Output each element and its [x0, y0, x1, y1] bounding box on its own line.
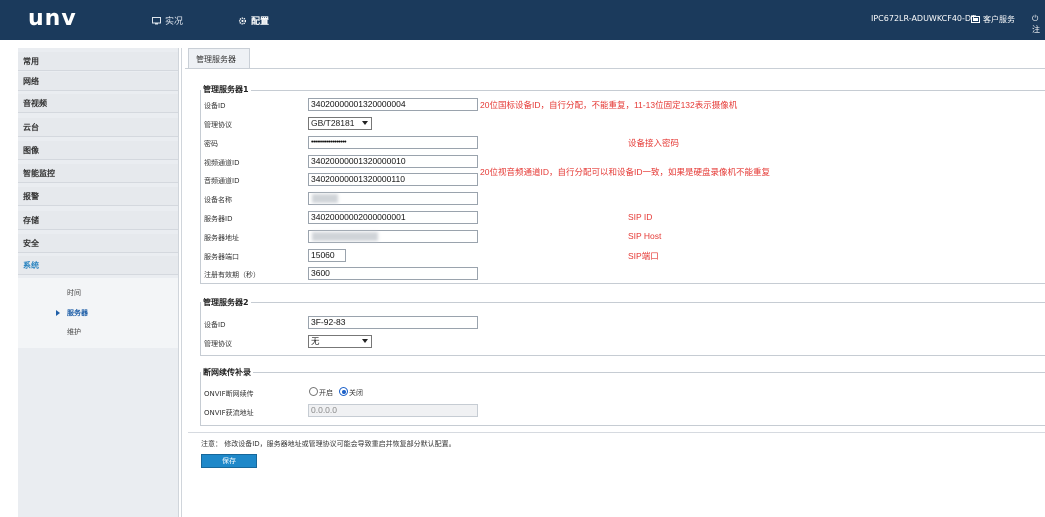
sidebar-item-security[interactable]: 安全: [18, 234, 178, 253]
password-label: 密码: [204, 140, 218, 148]
channel-note: 20位视音频通道ID，自行分配可以和设备ID一致，如果是硬盘录像机不能重复: [480, 167, 770, 177]
device-id-input[interactable]: 34020000001320000004: [308, 98, 478, 111]
server2-protocol-label: 管理协议: [204, 340, 232, 348]
monitor-icon: [152, 16, 161, 24]
server2-title: 管理服务器2: [201, 297, 251, 308]
logout-label: 注: [1032, 25, 1040, 34]
password-input[interactable]: ••••••••••••••••••: [308, 136, 478, 149]
offline-group: [200, 372, 1045, 426]
protocol-select[interactable]: GB/T28181: [308, 117, 372, 130]
redaction-box: [484, 134, 622, 150]
top-bar: unv 实况 配置 IPC672LR-ADUWKCF40-DT 客户服务 ⏻注: [0, 0, 1045, 40]
sidebar-item-ptz[interactable]: 云台: [18, 118, 178, 137]
chevron-down-icon: [362, 339, 368, 343]
tab-label: 管理服务器: [196, 55, 236, 64]
logout-link[interactable]: ⏻注: [1032, 14, 1045, 35]
notice-text: 注意： 修改设备ID，服务器地址或管理协议可能会导致重启并恢复部分默认配置。: [201, 440, 456, 448]
protocol-select-value: GB/T28181: [311, 118, 355, 128]
audio-channel-input[interactable]: 34020000001320000110: [308, 173, 478, 186]
register-valid-label: 注册有效期（秒）: [204, 271, 260, 279]
gear-icon: [238, 16, 247, 25]
tab-divider: [185, 68, 1045, 69]
nav-live-label: 实况: [165, 17, 184, 27]
sidebar-item-storage[interactable]: 存储: [18, 211, 178, 230]
server2-device-id-label: 设备ID: [204, 321, 226, 329]
sidebar-item-label: 音视频: [23, 99, 47, 108]
server2-protocol-value: 无: [311, 336, 320, 346]
server-port-label: 服务器端口: [204, 253, 239, 261]
blurred-server-address: [312, 232, 378, 241]
sidebar-item-label: 网络: [23, 77, 39, 86]
video-channel-label: 视频通道ID: [204, 159, 240, 167]
save-button[interactable]: 保存: [201, 454, 257, 468]
sidebar-item-label: 智能监控: [23, 169, 55, 178]
sidebar-item-common[interactable]: 常用: [18, 52, 178, 71]
tab-management-server[interactable]: 管理服务器: [188, 48, 250, 69]
device-name-label: 设备名称: [204, 196, 232, 204]
sidebar-item-label: 存储: [23, 216, 39, 225]
sidebar-submenu: [18, 278, 178, 348]
blurred-device-name: [312, 194, 338, 203]
sidebar-item-audio-video[interactable]: 音视频: [18, 94, 178, 113]
sidebar-item-image[interactable]: 图像: [18, 141, 178, 160]
sidebar-item-label: 图像: [23, 146, 39, 155]
offline-title: 断网续传补录: [201, 367, 253, 378]
sidebar-item-system[interactable]: 系统: [18, 256, 178, 275]
footer-divider: [188, 432, 1045, 433]
audio-channel-label: 音频通道ID: [204, 177, 240, 185]
server2-protocol-select[interactable]: 无: [308, 335, 372, 348]
nav-config-label: 配置: [251, 17, 270, 27]
sidebar-item-label: 系统: [23, 261, 39, 270]
chevron-down-icon: [362, 121, 368, 125]
server-id-label: 服务器ID: [204, 215, 233, 223]
onvif-off-radio[interactable]: [339, 387, 348, 396]
onvif-address-input[interactable]: 0.0.0.0: [308, 404, 478, 417]
sidebar-item-network[interactable]: 网络: [18, 72, 178, 91]
active-arrow-icon: [56, 310, 60, 316]
sidebar-item-smart[interactable]: 智能监控: [18, 164, 178, 183]
device-id-label: 设备ID: [204, 102, 226, 110]
server2-device-id-input[interactable]: 3F-92-83: [308, 316, 478, 329]
sip-host-note: SIP Host: [628, 231, 662, 241]
onvif-address-label: ONVIF获流地址: [204, 409, 254, 417]
sidebar-item-label: 报警: [23, 192, 39, 201]
onvif-offline-label: ONVIF断网续传: [204, 390, 254, 398]
onvif-off-label: 关闭: [349, 389, 363, 397]
server-port-input[interactable]: 15060: [308, 249, 346, 262]
server-address-label: 服务器地址: [204, 234, 239, 242]
server1-title: 管理服务器1: [201, 84, 251, 95]
onvif-on-radio[interactable]: [309, 387, 318, 396]
video-channel-input[interactable]: 34020000001320000010: [308, 155, 478, 168]
register-valid-input[interactable]: 3600: [308, 267, 478, 280]
sidebar-item-label: 安全: [23, 239, 39, 248]
brand-logo: unv: [28, 6, 77, 31]
sidebar-item-alarm[interactable]: 报警: [18, 187, 178, 206]
client-service-link[interactable]: 客户服务: [971, 14, 1015, 25]
protocol-label: 管理协议: [204, 121, 232, 129]
device-name: IPC672LR-ADUWKCF40-DT: [871, 14, 976, 23]
headset-icon: [971, 15, 980, 23]
sidebar: 常用 网络 音视频 云台 图像 智能监控 报警 存储 安全 系统: [18, 48, 179, 517]
nav-config[interactable]: 配置: [238, 14, 269, 27]
power-icon: ⏻: [1032, 14, 1039, 23]
submenu-maintenance[interactable]: 维护: [67, 327, 81, 337]
server-id-input[interactable]: 34020000002000000001: [308, 211, 478, 224]
submenu-time[interactable]: 时间: [67, 288, 81, 298]
sidebar-item-label: 云台: [23, 123, 39, 132]
client-service-label: 客户服务: [983, 15, 1015, 24]
sip-port-note: SIP端口: [628, 251, 659, 261]
redaction-box: [482, 205, 622, 267]
sidebar-item-label: 常用: [23, 57, 39, 66]
nav-live[interactable]: 实况: [152, 14, 183, 27]
onvif-on-label: 开启: [319, 389, 333, 397]
device-id-note: 20位国标设备ID，自行分配，不能重复，11-13位固定132表示摄像机: [480, 100, 738, 110]
password-note: 设备接入密码: [628, 138, 680, 148]
sip-id-note: SIP ID: [628, 212, 653, 222]
submenu-server[interactable]: 服务器: [67, 308, 88, 318]
